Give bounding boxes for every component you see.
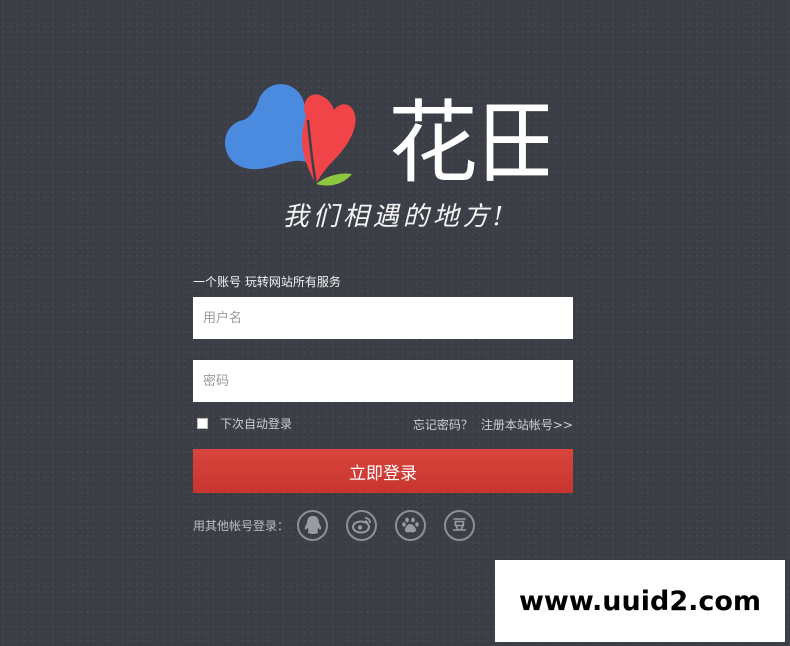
remember-me: 下次自动登录 (197, 415, 292, 432)
social-login-label: 用其他帐号登录： (193, 518, 290, 533)
remember-label: 下次自动登录 (220, 417, 293, 431)
login-button[interactable]: 立即登录 (193, 449, 573, 493)
social-login: 用其他帐号登录： 豆 (193, 508, 493, 542)
password-input[interactable] (193, 360, 573, 402)
account-links: 忘记密码？ 注册本站帐号>> (413, 416, 573, 433)
register-link[interactable]: 注册本站帐号>> (481, 418, 573, 432)
forgot-password-link[interactable]: 忘记密码？ (413, 418, 473, 432)
qq-penguin-icon[interactable] (297, 509, 329, 541)
remember-checkbox[interactable] (197, 418, 208, 429)
form-tagline: 一个账号 玩转网站所有服务 (193, 275, 341, 289)
brand-wordmark: 花田 (388, 91, 548, 186)
weibo-icon[interactable] (346, 509, 378, 541)
baidu-paw-icon[interactable] (395, 509, 427, 541)
watermark: www.uuid2.com (495, 560, 785, 642)
slogan: 我们相遇的地方! (282, 202, 508, 232)
brand-name: 花田 (388, 91, 548, 186)
flower-petals-icon (224, 84, 356, 186)
douban-glyph: 豆 (452, 518, 467, 534)
douban-icon[interactable]: 豆 (444, 509, 476, 541)
username-input[interactable] (193, 297, 573, 339)
